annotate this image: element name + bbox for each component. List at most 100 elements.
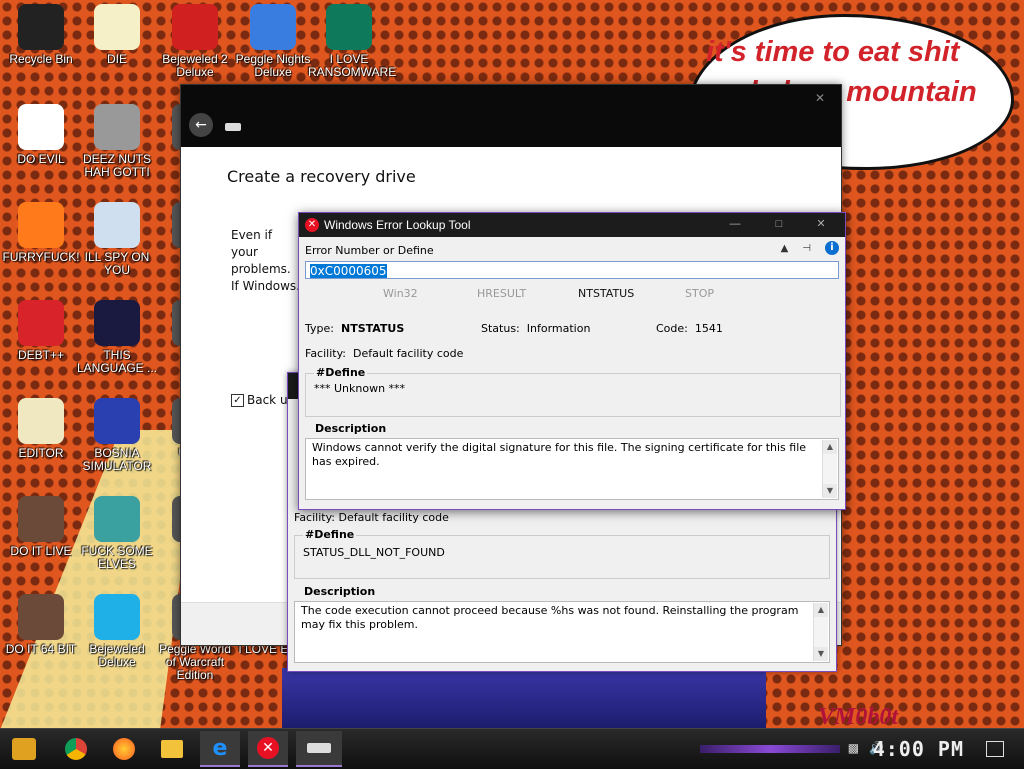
window-title: Windows Error Lookup Tool	[324, 218, 471, 232]
network-icon[interactable]: ▩	[848, 741, 859, 755]
desktop-icon[interactable]: DO EVIL	[0, 104, 82, 166]
desktop-icon-label: BOSNIA SIMULATOR	[82, 446, 152, 473]
scroll-down-icon[interactable]: ▼	[814, 647, 828, 661]
desktop-icon[interactable]: Bejeweled 2 Deluxe	[154, 4, 236, 79]
desktop-icon[interactable]: ILL SPY ON YOU	[76, 202, 158, 277]
define-group: #Define *** Unknown ***	[305, 366, 841, 417]
facility-label: Facility:	[305, 347, 347, 360]
desktop-icon-label: FURRYFUCK!	[2, 250, 80, 264]
field-label: Error Number or Define	[305, 244, 434, 257]
taskbar-error-lookup[interactable]: ✕	[248, 731, 288, 767]
error-number-input[interactable]: 0xC0000605	[305, 261, 839, 279]
pin-icon[interactable]: ⊣	[802, 243, 811, 254]
desktop-icon[interactable]: FURRYFUCK!	[0, 202, 82, 264]
desktop-icon[interactable]: DO IT 64 BIT	[0, 594, 82, 656]
close-icon[interactable]: ✕	[809, 91, 831, 107]
status-value: Information	[526, 322, 591, 335]
scroll-up-icon[interactable]: ▲	[823, 440, 837, 454]
description-box[interactable]: The code execution cannot proceed becaus…	[294, 601, 830, 663]
define-label: #Define	[303, 528, 357, 541]
taskbar-file-explorer[interactable]	[152, 731, 192, 767]
desktop-icon-label: EDITOR	[18, 446, 64, 460]
facility-value: Default facility code	[338, 511, 449, 524]
start-button[interactable]	[4, 731, 44, 767]
taskbar-edge[interactable]: e	[200, 731, 240, 767]
code-label: Code:	[656, 322, 688, 335]
tab-stop[interactable]: STOP	[685, 287, 714, 300]
desktop-icon[interactable]: Bejeweled Deluxe	[76, 594, 158, 669]
devcpp-icon	[18, 300, 64, 346]
taskbar-chrome[interactable]	[56, 731, 96, 767]
toolbar: ▲ ⊣ i	[781, 241, 839, 255]
desktop-icon-label: Recycle Bin	[9, 52, 73, 66]
chrome-icon	[65, 738, 87, 760]
description-text: Windows cannot verify the digital signat…	[312, 441, 807, 468]
desktop-icon-label: DO EVIL	[17, 152, 65, 166]
go-icon	[94, 300, 140, 346]
drive-icon	[225, 123, 241, 131]
desktop-icon-label: I LOVE RANSOMWARE	[308, 52, 397, 79]
wallpaper-city	[282, 668, 766, 728]
taskbar-recovery-drive[interactable]	[296, 731, 342, 767]
desktop-icon[interactable]: Recycle Bin	[0, 4, 82, 66]
recovery-paragraph: Even if your problems. If Windows.	[231, 228, 300, 293]
network-computer-icon	[94, 202, 140, 248]
tab-hresult[interactable]: HRESULT	[477, 287, 526, 300]
status-field: Status: Information	[481, 322, 590, 335]
desktop-icon-label: DO IT 64 BIT	[5, 642, 77, 656]
facility-field: Facility: Default facility code	[305, 347, 463, 360]
recovery-drive-icon	[307, 743, 331, 753]
desktop-icon[interactable]: DO IT LIVE	[0, 496, 82, 558]
notification-icon[interactable]	[986, 741, 1004, 757]
peggle-nights-icon	[250, 4, 296, 50]
desktop-icon[interactable]: DIE	[76, 4, 158, 66]
taskbar-firefox[interactable]	[104, 731, 144, 767]
scroll-up-icon[interactable]: ▲	[814, 603, 828, 617]
code-field: Code: 1541	[656, 322, 723, 335]
desktop-icon[interactable]: Peggle Nights Deluxe	[232, 4, 314, 79]
backup-checkbox[interactable]: ✓ Back up	[231, 393, 295, 407]
desktop-icon[interactable]: DEBT++	[0, 300, 82, 362]
desktop-icon[interactable]: BOSNIA SIMULATOR	[76, 398, 158, 473]
description-scrollbar[interactable]: ▲ ▼	[822, 440, 837, 498]
collapse-icon[interactable]: ▲	[781, 243, 789, 254]
checkbox-check-icon[interactable]: ✓	[231, 394, 244, 407]
type-label: Type:	[305, 322, 334, 335]
clock[interactable]: 4:00 PM	[873, 737, 964, 761]
define-value: *** Unknown ***	[314, 382, 406, 395]
desktop-icon[interactable]: THIS LANGUAGE ...	[76, 300, 158, 375]
tab-win32[interactable]: Win32	[383, 287, 418, 300]
description-label: Description	[315, 422, 387, 435]
description-box[interactable]: Windows cannot verify the digital signat…	[305, 438, 839, 500]
description-text: The code execution cannot proceed becaus…	[301, 604, 799, 631]
back-arrow-icon[interactable]: ←	[189, 113, 213, 137]
desktop-icon-label: FUCK SOME ELVES	[81, 544, 153, 571]
error-icon: ✕	[305, 218, 319, 232]
desktop-icon[interactable]: FUCK SOME ELVES	[76, 496, 158, 571]
firefox-icon	[18, 202, 64, 248]
file-explorer-icon	[161, 740, 183, 758]
diamond-icon	[94, 594, 140, 640]
desktop-icon[interactable]: DEEZ NUTS HAH GOTTI	[76, 104, 158, 179]
chrome-icon	[18, 104, 64, 150]
tab-ntstatus[interactable]: NTSTATUS	[578, 287, 634, 300]
desktop-icon[interactable]: EDITOR	[0, 398, 82, 460]
desktop-icon-label: DEBT++	[17, 348, 65, 362]
mine-icon	[94, 398, 140, 444]
portrait-icon	[18, 496, 64, 542]
facility-label: Facility:	[294, 511, 336, 524]
description-scrollbar[interactable]: ▲ ▼	[813, 603, 828, 661]
error-lookup-icon: ✕	[257, 737, 279, 759]
edge-icon: e	[212, 735, 228, 761]
define-label: #Define	[314, 366, 368, 379]
code-value: 1541	[694, 322, 723, 335]
recovery-title: Create a recovery drive	[227, 167, 416, 186]
status-label: Status:	[481, 322, 520, 335]
desktop-icon[interactable]: I LOVE RANSOMWARE	[308, 4, 397, 79]
close-icon[interactable]: ✕	[803, 215, 839, 233]
minimize-icon[interactable]: —	[717, 215, 753, 233]
info-icon[interactable]: i	[825, 241, 839, 255]
portrait64-icon	[18, 594, 64, 640]
maximize-icon[interactable]: □	[761, 215, 797, 233]
scroll-down-icon[interactable]: ▼	[823, 484, 837, 498]
